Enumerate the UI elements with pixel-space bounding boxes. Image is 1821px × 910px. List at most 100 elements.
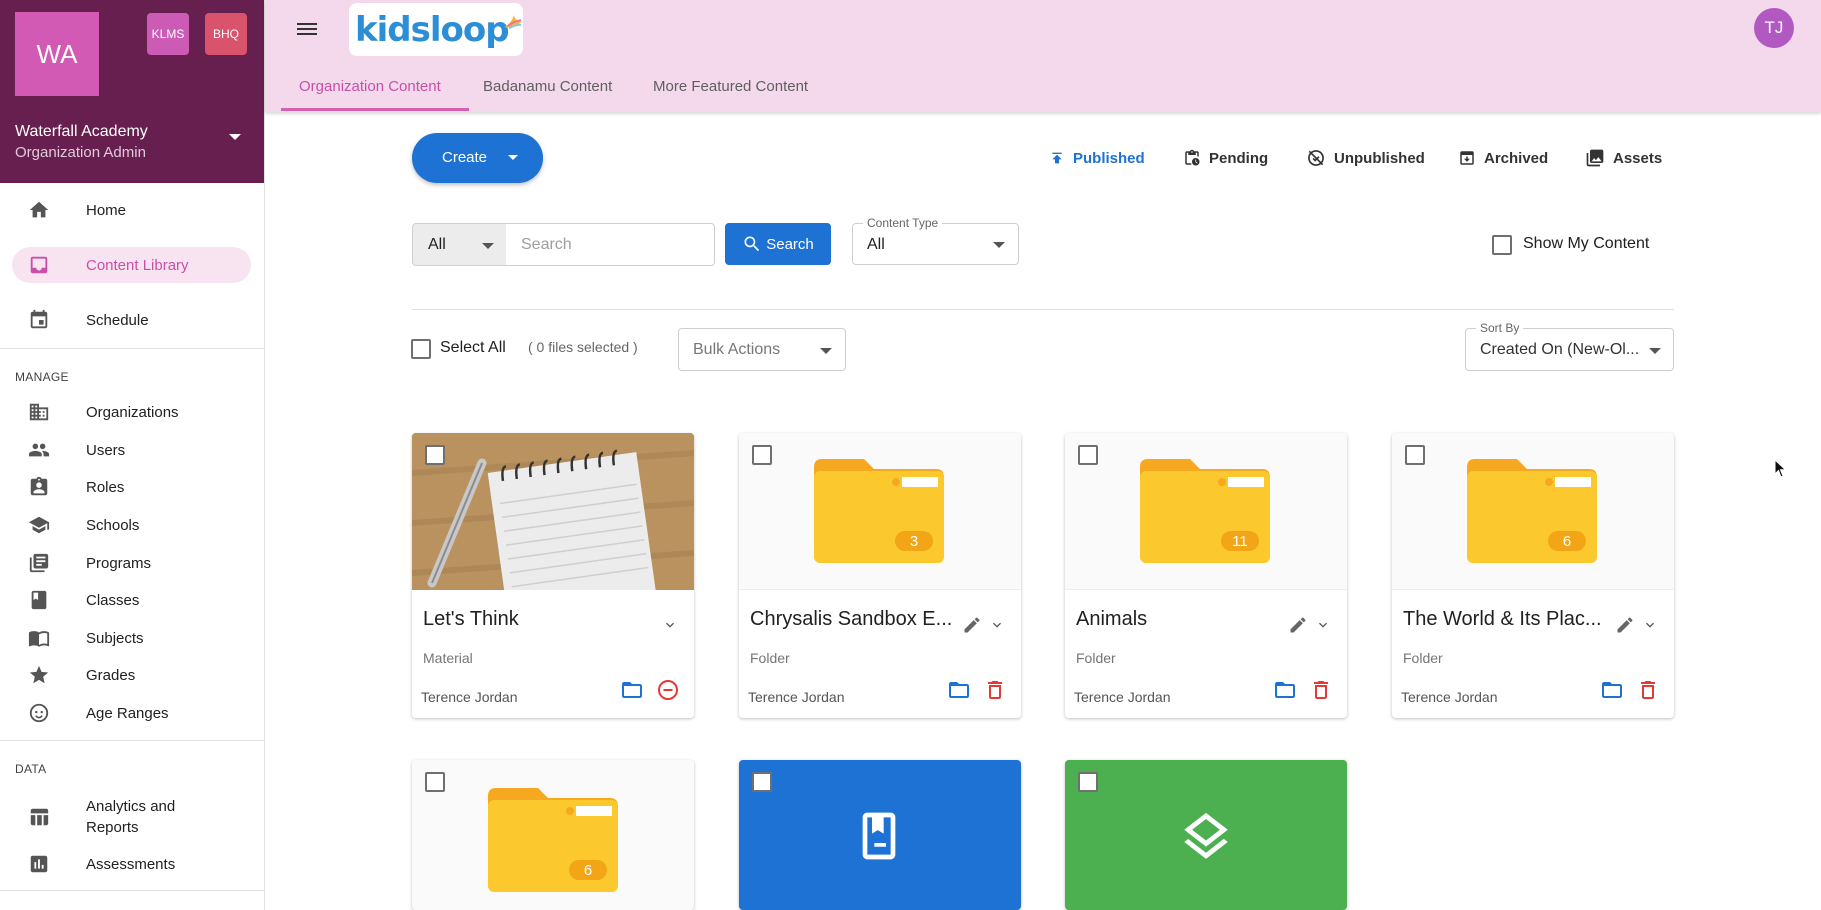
- sidebar-item-label: Grades: [86, 666, 136, 684]
- remove-circle-icon[interactable]: [656, 678, 680, 702]
- logo-bird-icon: [503, 14, 522, 29]
- content-card[interactable]: Let's Think Material Terence Jordan: [412, 433, 694, 718]
- org-header: WA KLMS BHQ Waterfall Academy Organizati…: [0, 0, 264, 183]
- sidebar-item-users[interactable]: Users: [12, 432, 251, 468]
- chevron-down-icon[interactable]: [1642, 617, 1658, 633]
- org-switch-dropdown-icon[interactable]: [229, 134, 241, 140]
- folder-move-icon[interactable]: [620, 678, 644, 702]
- card-checkbox[interactable]: [1405, 445, 1425, 465]
- search-scope-select[interactable]: All: [412, 223, 507, 266]
- user-avatar[interactable]: TJ: [1754, 8, 1794, 48]
- card-title: Let's Think: [423, 608, 519, 630]
- divider: [0, 890, 264, 891]
- delete-icon[interactable]: [1636, 678, 1660, 702]
- kidsloop-logo[interactable]: kidsloop: [349, 3, 523, 56]
- archive-icon: [1460, 151, 1474, 165]
- sidebar-item-analytics[interactable]: Analytics and Reports: [12, 795, 251, 839]
- card-type: Folder: [750, 650, 790, 666]
- tab-badanamu-content[interactable]: Badanamu Content: [483, 78, 612, 95]
- divider: [412, 309, 1674, 310]
- badge-icon: [30, 476, 48, 496]
- folder-count-badge: 6: [1548, 531, 1586, 551]
- card-owner: Terence Jordan: [421, 689, 518, 705]
- org-chip-klms[interactable]: KLMS: [147, 13, 189, 55]
- status-tab-label: Assets: [1613, 149, 1663, 167]
- sidebar-item-subjects[interactable]: Subjects: [12, 620, 251, 656]
- status-tab-unpublished[interactable]: Unpublished: [1306, 147, 1425, 169]
- folder-move-icon[interactable]: [1273, 678, 1297, 702]
- chevron-down-icon[interactable]: [989, 617, 1005, 633]
- section-heading-manage: MANAGE: [15, 370, 69, 384]
- content-card[interactable]: 3 Chrysalis Sandbox E... Folder Terence …: [739, 433, 1021, 718]
- org-chip-bhq[interactable]: BHQ: [205, 13, 247, 55]
- sidebar-item-programs[interactable]: Programs: [12, 545, 251, 581]
- active-tab-indicator: [281, 108, 469, 111]
- card-thumbnail[interactable]: 6: [412, 760, 694, 910]
- card-checkbox[interactable]: [752, 445, 772, 465]
- sidebar-item-classes[interactable]: Classes: [12, 582, 251, 618]
- sidebar-item-schedule[interactable]: Schedule: [12, 302, 251, 338]
- tab-organization-content[interactable]: Organization Content: [299, 78, 441, 95]
- sidebar-item-assessments[interactable]: Assessments: [12, 846, 251, 882]
- sidebar-item-label: Subjects: [86, 629, 144, 647]
- status-tab-assets[interactable]: Assets: [1585, 147, 1662, 169]
- org-avatar[interactable]: WA: [15, 12, 99, 96]
- image-icon: [1586, 149, 1604, 167]
- folder-move-icon[interactable]: [1600, 678, 1624, 702]
- caret-down-icon: [1649, 348, 1661, 354]
- delete-icon[interactable]: [1309, 678, 1333, 702]
- delete-icon[interactable]: [983, 678, 1007, 702]
- sort-by-select[interactable]: Sort By Created On (New-Ol...: [1465, 321, 1674, 371]
- show-my-content-checkbox[interactable]: [1492, 235, 1512, 255]
- card-thumbnail[interactable]: [412, 433, 694, 622]
- card-thumbnail[interactable]: 3: [739, 433, 1021, 590]
- edit-icon[interactable]: [1288, 615, 1308, 635]
- search-input[interactable]: [506, 223, 715, 266]
- home-icon: [29, 201, 49, 218]
- status-tab-published[interactable]: Published: [1049, 147, 1145, 169]
- menu-book-icon: [28, 631, 50, 647]
- sidebar-item-grades[interactable]: Grades: [12, 657, 251, 693]
- status-tab-archived[interactable]: Archived: [1458, 147, 1548, 169]
- content-card[interactable]: 6: [412, 760, 694, 910]
- sidebar-item-schools[interactable]: Schools: [12, 507, 251, 543]
- card-checkbox[interactable]: [752, 772, 772, 792]
- content-card[interactable]: [739, 760, 1021, 910]
- sidebar-item-label: Analytics and Reports: [86, 798, 176, 836]
- content-type-label: Content Type: [863, 216, 943, 230]
- content-card[interactable]: 6 The World & Its Plac... Folder Terence…: [1392, 433, 1674, 718]
- sidebar-item-content-library[interactable]: Content Library: [12, 247, 251, 283]
- create-button[interactable]: Create: [412, 133, 543, 183]
- bulk-actions-select[interactable]: Bulk Actions: [678, 328, 846, 371]
- card-checkbox[interactable]: [425, 772, 445, 792]
- content-type-select[interactable]: Content Type All: [852, 216, 1019, 265]
- card-checkbox[interactable]: [1078, 772, 1098, 792]
- chevron-down-icon[interactable]: [662, 617, 678, 633]
- sidebar-item-label: Content Library: [86, 256, 189, 274]
- folder-count-badge: 6: [569, 860, 607, 880]
- content-card[interactable]: 11 Animals Folder Terence Jordan: [1065, 433, 1347, 718]
- card-checkbox[interactable]: [425, 445, 445, 465]
- tab-more-featured-content[interactable]: More Featured Content: [653, 78, 808, 95]
- star-icon: [29, 665, 49, 684]
- select-all-checkbox[interactable]: [411, 339, 431, 359]
- menu-icon[interactable]: [297, 20, 319, 38]
- edit-icon[interactable]: [962, 615, 982, 635]
- sidebar-item-roles[interactable]: Roles: [12, 469, 251, 505]
- content-card[interactable]: [1065, 760, 1347, 910]
- card-thumbnail[interactable]: 11: [1065, 433, 1347, 590]
- card-thumbnail[interactable]: 6: [1392, 433, 1674, 590]
- search-button[interactable]: Search: [725, 223, 831, 265]
- sidebar-item-home[interactable]: Home: [12, 192, 251, 228]
- edit-icon[interactable]: [1615, 615, 1635, 635]
- sidebar-item-age-ranges[interactable]: Age Ranges: [12, 695, 251, 731]
- folder-move-icon[interactable]: [947, 678, 971, 702]
- sidebar-item-organizations[interactable]: Organizations: [12, 394, 251, 430]
- bulk-actions-value: Bulk Actions: [693, 341, 781, 358]
- status-tab-label: Published: [1073, 149, 1145, 167]
- sidebar-item-label: Classes: [86, 591, 140, 609]
- chevron-down-icon[interactable]: [1315, 617, 1331, 633]
- sort-by-label: Sort By: [1476, 321, 1524, 335]
- card-checkbox[interactable]: [1078, 445, 1098, 465]
- status-tab-pending[interactable]: Pending: [1183, 147, 1268, 169]
